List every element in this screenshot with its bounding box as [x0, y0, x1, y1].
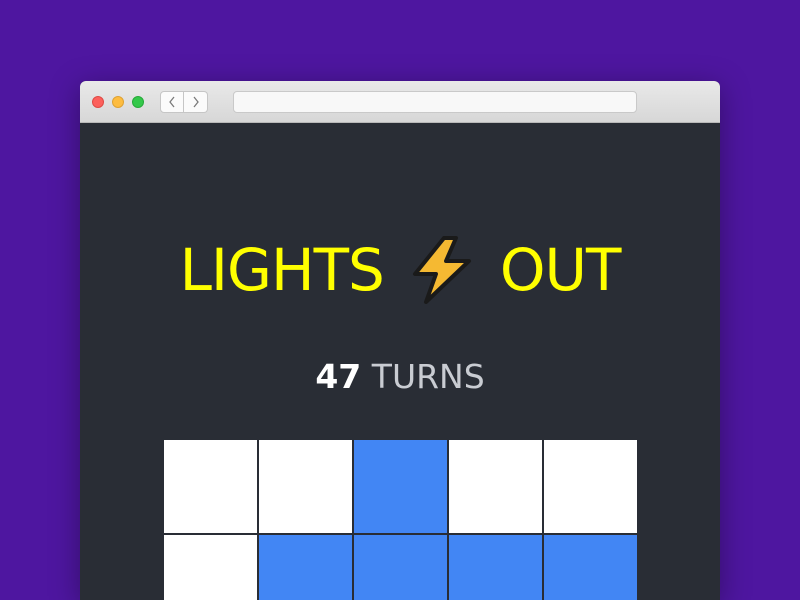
board-cell-1-3[interactable]	[449, 535, 542, 600]
turn-counter: 47 TURNS	[80, 357, 720, 397]
board-cell-0-3[interactable]	[449, 440, 542, 533]
close-window-button[interactable]	[92, 96, 104, 108]
board-cell-1-4[interactable]	[544, 535, 637, 600]
board-cell-1-2[interactable]	[354, 535, 447, 600]
chevron-right-icon	[192, 96, 199, 108]
board-cell-0-4[interactable]	[544, 440, 637, 533]
title-right-text: OUT	[499, 236, 622, 304]
board-cell-0-1[interactable]	[259, 440, 352, 533]
chevron-left-icon	[169, 96, 175, 108]
game-page: LIGHTS OUT 47 TURNS	[80, 123, 720, 600]
browser-titlebar	[80, 81, 720, 123]
browser-window: LIGHTS OUT 47 TURNS	[80, 81, 720, 600]
game-board	[164, 440, 638, 600]
minimize-window-button[interactable]	[112, 96, 124, 108]
board-cell-0-2[interactable]	[354, 440, 447, 533]
back-button[interactable]	[160, 91, 184, 113]
page-title: LIGHTS OUT	[80, 235, 720, 305]
board-cell-0-0[interactable]	[164, 440, 257, 533]
board-cell-1-0[interactable]	[164, 535, 257, 600]
board-cell-1-1[interactable]	[259, 535, 352, 600]
maximize-window-button[interactable]	[132, 96, 144, 108]
turn-count: 47	[315, 357, 362, 396]
title-left-text: LIGHTS	[179, 236, 385, 304]
lightning-bolt-icon	[412, 236, 471, 304]
forward-button[interactable]	[184, 91, 208, 113]
address-bar[interactable]	[233, 91, 637, 113]
turn-label: TURNS	[371, 357, 485, 396]
